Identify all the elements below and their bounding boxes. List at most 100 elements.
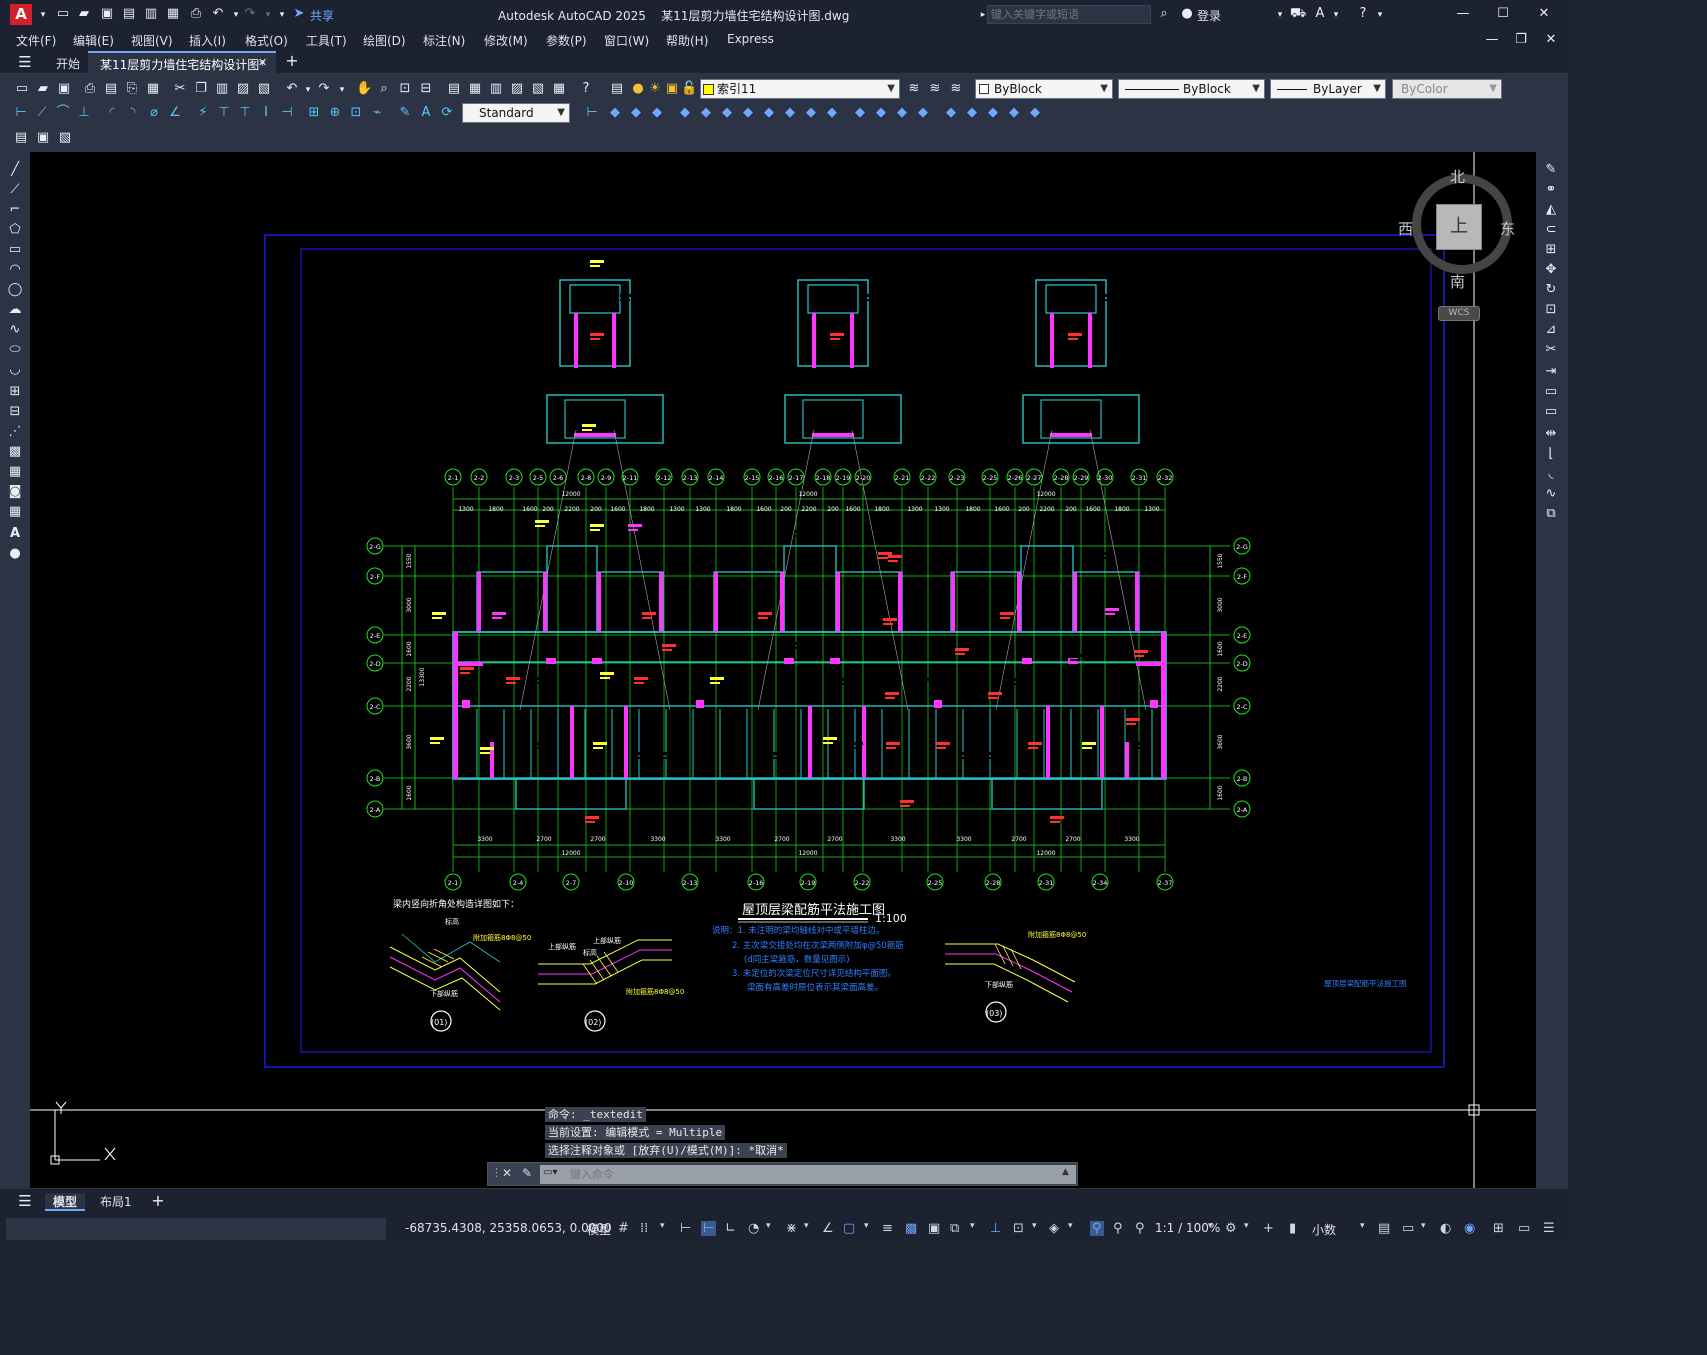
hamburger-menu-icon[interactable]: ☰ [17,54,33,70]
blend-tool-icon[interactable]: ∿ [1543,486,1559,502]
circle-tool-icon[interactable]: ◯ [7,282,23,298]
note-line-1[interactable]: 说明：1. 未注明的梁均轴线对中或平墙柱边。 [712,925,884,936]
tab-active-drawing[interactable]: 某11层剪力墙住宅结构设计图* ✕ [88,51,276,74]
offset-tool-icon[interactable]: ⊂ [1543,222,1559,238]
menu-draw[interactable]: 绘图(D) [363,32,406,49]
scale-tool-icon[interactable]: ⊡ [1543,302,1559,318]
plot-icon[interactable]: ⎙ [188,6,204,22]
mtext-tool-icon[interactable]: A [7,526,23,542]
isodraft-icon[interactable]: ⋇ [786,1221,797,1236]
dim-update-icon[interactable]: ⟳ [439,105,455,121]
menu-express[interactable]: Express [727,32,774,46]
rectangle-tool-icon[interactable]: ▭ [7,242,23,258]
ordinate-dim-icon[interactable]: ⊥ [76,105,92,121]
3d-walk-icon[interactable]: ◆ [1027,105,1043,121]
3d-move-icon[interactable]: ◆ [761,105,777,121]
table-tool-icon[interactable]: ▦ [7,504,23,520]
jogged-linear-icon[interactable]: ⌁ [369,105,385,121]
dim-space-icon[interactable]: Ⅰ [258,105,274,121]
3d-extrude-icon[interactable]: ◆ [628,105,644,121]
3d-intersect-icon[interactable]: ◆ [719,105,735,121]
3d-visual-style-icon[interactable]: ◆ [852,105,868,121]
radius-dim-icon[interactable]: ◜ [104,105,120,121]
redo-toolbar-icon[interactable]: ↷ [316,81,332,97]
save-icon[interactable]: ▣ [99,6,115,22]
aligned-dim-icon[interactable]: ⟋ [34,105,50,121]
arc-tool-icon[interactable]: ◠ [7,262,23,278]
minimize-icon[interactable]: — [1455,6,1471,22]
note-line-3[interactable]: (d同主梁箍筋，数量见图示) [744,954,850,965]
doc-minimize-icon[interactable]: — [1484,32,1500,48]
help-search-input[interactable] [987,5,1151,24]
isodraft-dropdown-icon[interactable]: ▾ [804,1221,809,1231]
xline-tool-icon[interactable]: ⟋ [7,182,23,198]
3d-print-icon[interactable]: ▦ [145,81,161,97]
note-line-5[interactable]: 梁面有高差时原位表示其梁面高差。 [747,982,883,993]
print-preview-icon[interactable]: ▤ [103,81,119,97]
share-icon[interactable]: ➤ [291,6,307,22]
lineweight-dropdown[interactable]: ByLayer ▼ [1270,79,1386,99]
command-history-chevron-icon[interactable]: ▲ [1062,1167,1069,1177]
publish-icon[interactable]: ⎘ [124,81,140,97]
tab-start[interactable]: 开始 [56,55,80,72]
drawing-canvas[interactable]: 2-1 2-2 2-3 2-5 2-6 2-8 2-9 2-11 2-12 2-13 2-14 2-1… [30,152,1536,1188]
dim-style-manager-icon[interactable]: ⊢ [584,105,600,121]
viewcube[interactable]: 上 北 南 东 西 WCS [1398,164,1520,334]
zoom-realtime-icon[interactable]: ⌕ [376,81,392,97]
isolate-objects-icon[interactable]: ◐ [1440,1221,1451,1236]
menu-dimension[interactable]: 标注(N) [423,32,465,49]
menu-help[interactable]: 帮助(H) [666,32,708,49]
jogged-dim-icon[interactable]: ◝ [125,105,141,121]
erase-tool-icon[interactable]: ✎ [1543,162,1559,178]
tolerance-icon[interactable]: ⊞ [306,105,322,121]
menu-window[interactable]: 窗口(W) [604,32,649,49]
stretch-tool-icon[interactable]: ⊿ [1543,322,1559,338]
selection-filter-dropdown-icon[interactable]: ▾ [1032,1221,1037,1231]
undo-toolbar-icon[interactable]: ↶ [284,81,300,97]
dynamic-ucs-icon[interactable]: ⊥ [990,1221,1001,1236]
detail-heading[interactable]: 梁内竖向折角处构造详图如下： [393,898,519,910]
close-icon[interactable]: ✕ [1536,6,1552,22]
redo-list-icon[interactable]: ▾ [334,82,350,98]
autocad-logo-button[interactable]: A [10,4,32,25]
snap-dropdown-icon[interactable]: ▾ [660,1221,665,1231]
sheet-set-manager-icon[interactable]: ▤ [13,130,29,146]
customize-statusbar-icon[interactable]: ☰ [1543,1221,1555,1236]
menu-insert[interactable]: 插入(I) [189,32,226,49]
selection-cycling-icon[interactable]: ▣ [928,1221,940,1236]
continue-dim-icon[interactable]: ⊤ [237,105,253,121]
dim-text-edit-icon[interactable]: A [418,105,434,121]
layer-unlock-icon[interactable]: 🔓 [681,81,697,97]
angular-dim-icon[interactable]: ∠ [167,105,183,121]
linetype-dropdown[interactable]: ByBlock ▼ [1118,79,1265,99]
layer-properties-icon[interactable]: ▤ [609,81,625,97]
lock-ui-dropdown-icon[interactable]: ▾ [1421,1221,1426,1231]
properties-palette-icon[interactable]: ▤ [446,81,462,97]
dynamic-input-icon[interactable]: ⊢ [701,1221,717,1236]
point-tool-icon[interactable]: ⋰ [7,424,23,440]
undo-icon[interactable]: ↶ [210,6,226,22]
design-center-icon[interactable]: ▦ [467,81,483,97]
quick-dim-icon[interactable]: ⚡ [195,105,211,121]
3d-material-icon[interactable]: ◆ [943,105,959,121]
center-mark-icon[interactable]: ⊕ [327,105,343,121]
dim-style-dropdown[interactable]: Standard ▼ [462,103,570,123]
3d-slice-icon[interactable]: ◆ [740,105,756,121]
polygon-tool-icon[interactable]: ⬠ [7,222,23,238]
maximize-icon[interactable]: ☐ [1495,6,1511,22]
open-file-icon[interactable]: ▰ [35,81,51,97]
sheet-set-icon[interactable]: ▨ [509,81,525,97]
layer-previous-icon[interactable]: ≋ [927,81,943,97]
region-tool-icon[interactable]: ◙ [7,484,23,500]
command-line-grip-icon[interactable]: ⋮ [491,1166,502,1179]
login-dropdown-icon[interactable]: ▾ [1272,7,1288,23]
make-block-icon[interactable]: ⊟ [7,404,23,420]
viewcube-east[interactable]: 东 [1500,218,1515,239]
redo-icon[interactable]: ↷ [242,6,258,22]
3d-union-icon[interactable]: ◆ [677,105,693,121]
infer-constraints-icon[interactable]: ⊢ [680,1221,691,1236]
object-snap-icon[interactable]: ▢ [843,1221,855,1236]
new-tab-plus-icon[interactable]: + [284,53,300,69]
chamfer-tool-icon[interactable]: ⌊ [1543,446,1559,462]
3d-render-icon[interactable]: ◆ [873,105,889,121]
